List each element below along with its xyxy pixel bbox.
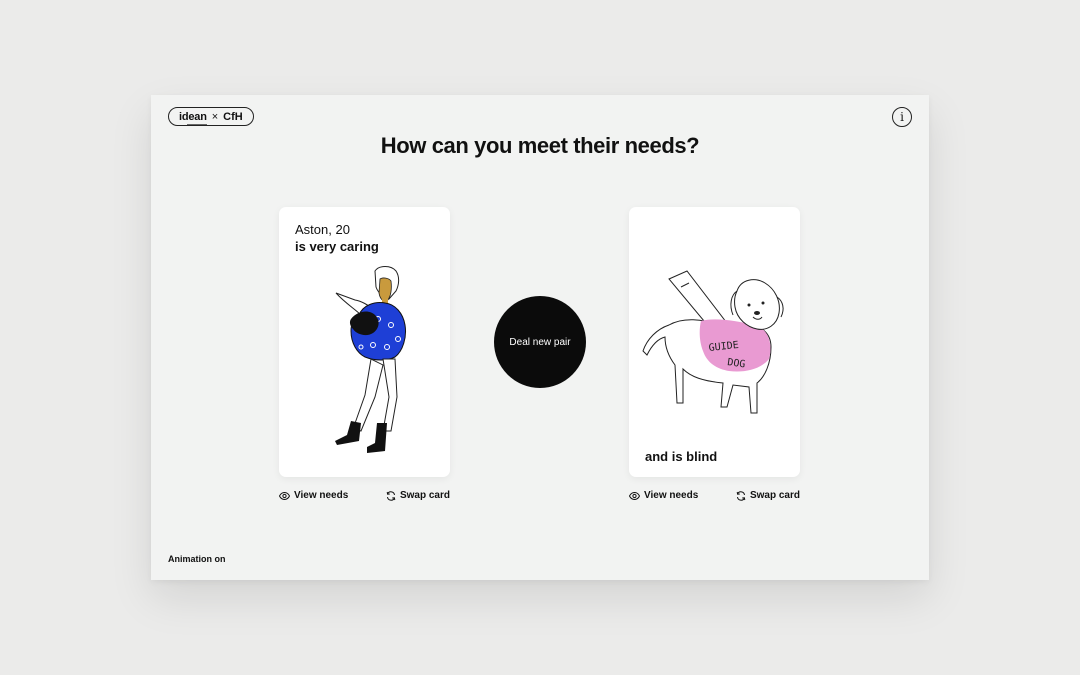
app-frame: idean × CfH i How can you meet their nee… bbox=[151, 95, 929, 580]
times-separator: × bbox=[211, 110, 219, 123]
need-card: GUIDE DOG and is blind bbox=[629, 207, 800, 477]
brand-badge[interactable]: idean × CfH bbox=[168, 107, 254, 126]
view-needs-button[interactable]: View needs bbox=[629, 490, 698, 501]
need-text: and is blind bbox=[645, 449, 718, 464]
swap-card-label: Swap card bbox=[399, 490, 450, 501]
person-illustration bbox=[335, 266, 406, 453]
page-title: How can you meet their needs? bbox=[380, 133, 700, 158]
person-card: Aston, 20 is very caring bbox=[279, 207, 450, 477]
right-card-actions: View needs Swap card bbox=[629, 490, 800, 504]
swap-card-button[interactable]: Swap card bbox=[736, 490, 800, 501]
swap-card-button[interactable]: Swap card bbox=[386, 490, 450, 501]
view-needs-label: View needs bbox=[644, 490, 699, 501]
refresh-icon bbox=[386, 490, 396, 501]
eye-icon bbox=[279, 491, 290, 500]
idean-logo: idean bbox=[179, 110, 207, 125]
refresh-icon bbox=[736, 490, 746, 501]
guide-dog-illustration: GUIDE DOG bbox=[642, 270, 784, 414]
left-card-actions: View needs Swap card bbox=[279, 490, 450, 504]
view-needs-button[interactable]: View needs bbox=[279, 490, 348, 501]
eye-icon bbox=[629, 491, 640, 500]
swap-card-label: Swap card bbox=[749, 490, 800, 501]
info-icon: i bbox=[900, 110, 904, 124]
animation-toggle[interactable]: Animation on bbox=[168, 554, 226, 564]
cfh-logo: CfH bbox=[223, 110, 243, 123]
info-button[interactable]: i bbox=[892, 107, 912, 127]
view-needs-label: View needs bbox=[294, 490, 349, 501]
deal-new-pair-button[interactable]: Deal new pair bbox=[494, 296, 586, 388]
